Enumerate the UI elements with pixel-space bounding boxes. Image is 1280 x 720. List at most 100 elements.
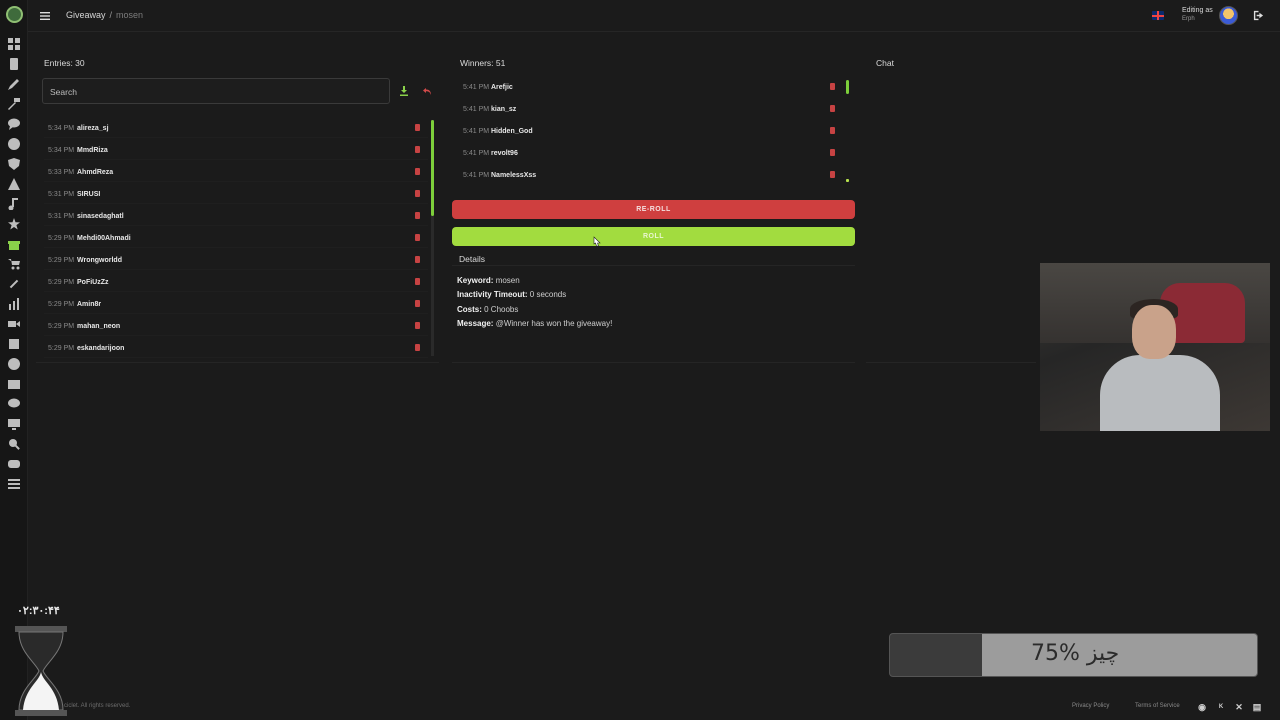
logout-icon[interactable] <box>1253 10 1264 21</box>
entry-username: SIRUSI <box>77 191 101 198</box>
details-message: Message: @Winner has won the giveaway! <box>457 319 612 328</box>
entry-time: 5:31 PM <box>48 191 75 198</box>
shield-icon[interactable] <box>8 158 20 170</box>
x-icon[interactable]: ✕ <box>1234 702 1244 712</box>
star-icon[interactable] <box>8 218 20 230</box>
delete-icon[interactable] <box>415 256 420 263</box>
entry-row[interactable]: 5:33 PM AhmdReza <box>44 164 428 182</box>
roll-button[interactable]: ROLL <box>452 227 855 246</box>
discord-icon[interactable]: ◉ <box>1197 702 1207 712</box>
entries-title: Entries: 30 <box>44 58 85 68</box>
details-keyword-value: mosen <box>495 276 520 285</box>
delete-icon[interactable] <box>415 212 420 219</box>
breadcrumb: Giveaway / mosen <box>66 10 143 20</box>
terms-link[interactable]: Terms of Service <box>1135 703 1180 709</box>
entry-row[interactable]: 5:29 PM mahan_neon <box>44 318 428 336</box>
entry-row[interactable]: 5:29 PM Mehdi00Ahmadi <box>44 230 428 248</box>
winner-row[interactable]: 5:41 PM Arefjic <box>459 79 843 97</box>
delete-icon[interactable] <box>415 146 420 153</box>
winners-scrollbar[interactable] <box>846 80 849 182</box>
delete-icon[interactable] <box>415 322 420 329</box>
entry-time: 5:31 PM <box>48 213 75 220</box>
warning-icon[interactable] <box>8 178 20 190</box>
details-keyword: Keyword: mosen <box>457 276 520 285</box>
avatar[interactable] <box>1219 6 1238 25</box>
list-icon[interactable] <box>8 478 20 490</box>
package-icon[interactable] <box>8 338 20 350</box>
search-input[interactable]: Search <box>42 78 390 104</box>
chat-bubble-icon[interactable] <box>8 118 20 130</box>
kick-icon[interactable]: K <box>1216 702 1226 712</box>
winner-row[interactable]: 5:41 PM NamelessXss <box>459 167 843 185</box>
copyright: ciclet. All rights reserved. <box>64 703 131 709</box>
breadcrumb-giveaway[interactable]: Giveaway <box>66 10 106 20</box>
delete-icon[interactable] <box>415 278 420 285</box>
winner-username: revolt96 <box>491 150 518 157</box>
delete-icon[interactable] <box>415 124 420 131</box>
music-icon[interactable] <box>8 198 20 210</box>
uk-flag-icon[interactable] <box>1152 11 1164 20</box>
film-icon[interactable] <box>8 378 20 390</box>
entry-username: Mehdi00Ahmadi <box>77 235 131 242</box>
discord-icon[interactable] <box>8 458 20 470</box>
delete-icon[interactable] <box>415 300 420 307</box>
top-bar: Giveaway / mosen Editing as Erph <box>28 0 1280 32</box>
search-icon[interactable] <box>8 438 20 450</box>
details-timeout-value: 0 seconds <box>529 290 567 299</box>
reroll-button[interactable]: RE-ROLL <box>452 200 855 219</box>
undo-icon[interactable] <box>423 86 433 96</box>
entry-row[interactable]: 5:29 PM PoFiUzZz <box>44 274 428 292</box>
winner-row[interactable]: 5:41 PM Hidden_God <box>459 123 843 141</box>
entries-scrollbar[interactable] <box>431 120 434 356</box>
winners-scroll-thumb[interactable] <box>846 80 849 94</box>
delete-icon[interactable] <box>830 171 835 178</box>
winner-row[interactable]: 5:41 PM kian_sz <box>459 101 843 119</box>
emoji-icon[interactable] <box>8 358 20 370</box>
winner-username: Hidden_God <box>491 128 533 135</box>
delete-icon[interactable] <box>415 190 420 197</box>
chart-icon[interactable] <box>8 298 20 310</box>
comment-icon[interactable] <box>8 398 20 410</box>
delete-icon[interactable] <box>415 234 420 241</box>
details-keyword-label: Keyword: <box>457 276 494 285</box>
clock-icon[interactable] <box>8 138 20 150</box>
download-icon[interactable] <box>399 86 409 96</box>
privacy-link[interactable]: Privacy Policy <box>1072 703 1109 709</box>
dashboard-icon[interactable] <box>8 38 20 50</box>
entry-row[interactable]: 5:29 PM eskandarijoon <box>44 340 428 358</box>
delete-icon[interactable] <box>830 127 835 134</box>
document-icon[interactable]: ▤ <box>1252 702 1262 712</box>
winner-row[interactable]: 5:41 PM revolt96 <box>459 145 843 163</box>
entry-row[interactable]: 5:29 PM Wrongworldd <box>44 252 428 270</box>
entry-row[interactable]: 5:34 PM alireza_sj <box>44 120 428 138</box>
entry-row[interactable]: 5:31 PM sinasedaghatl <box>44 208 428 226</box>
link-icon[interactable] <box>8 278 20 290</box>
entry-username: MmdRiza <box>77 147 108 154</box>
entry-row[interactable]: 5:31 PM SIRUSI <box>44 186 428 204</box>
delete-icon[interactable] <box>415 168 420 175</box>
gift-icon[interactable] <box>8 238 20 250</box>
delete-icon[interactable] <box>830 105 835 112</box>
entries-scroll-thumb[interactable] <box>431 120 434 216</box>
entry-time: 5:29 PM <box>48 301 75 308</box>
monitor-icon[interactable] <box>8 418 20 430</box>
pen-icon[interactable] <box>8 78 20 90</box>
app-logo[interactable] <box>6 6 23 23</box>
mouse-cursor-icon <box>593 236 601 247</box>
delete-icon[interactable] <box>830 149 835 156</box>
document-icon[interactable] <box>8 58 20 70</box>
entry-row[interactable]: 5:29 PM Amin8r <box>44 296 428 314</box>
webcam-overlay <box>1040 263 1270 431</box>
winner-username: Arefjic <box>491 84 513 91</box>
winner-username: NamelessXss <box>491 172 537 179</box>
entry-row[interactable]: 5:34 PM MmdRiza <box>44 142 428 160</box>
delete-icon[interactable] <box>415 344 420 351</box>
entry-time: 5:34 PM <box>48 125 75 132</box>
details-costs: Costs: 0 Choobs <box>457 305 518 314</box>
hammer-icon[interactable] <box>8 98 20 110</box>
video-icon[interactable] <box>8 318 20 330</box>
cart-icon[interactable] <box>8 258 20 270</box>
menu-icon[interactable] <box>40 10 52 22</box>
delete-icon[interactable] <box>830 83 835 90</box>
entry-time: 5:29 PM <box>48 257 75 264</box>
